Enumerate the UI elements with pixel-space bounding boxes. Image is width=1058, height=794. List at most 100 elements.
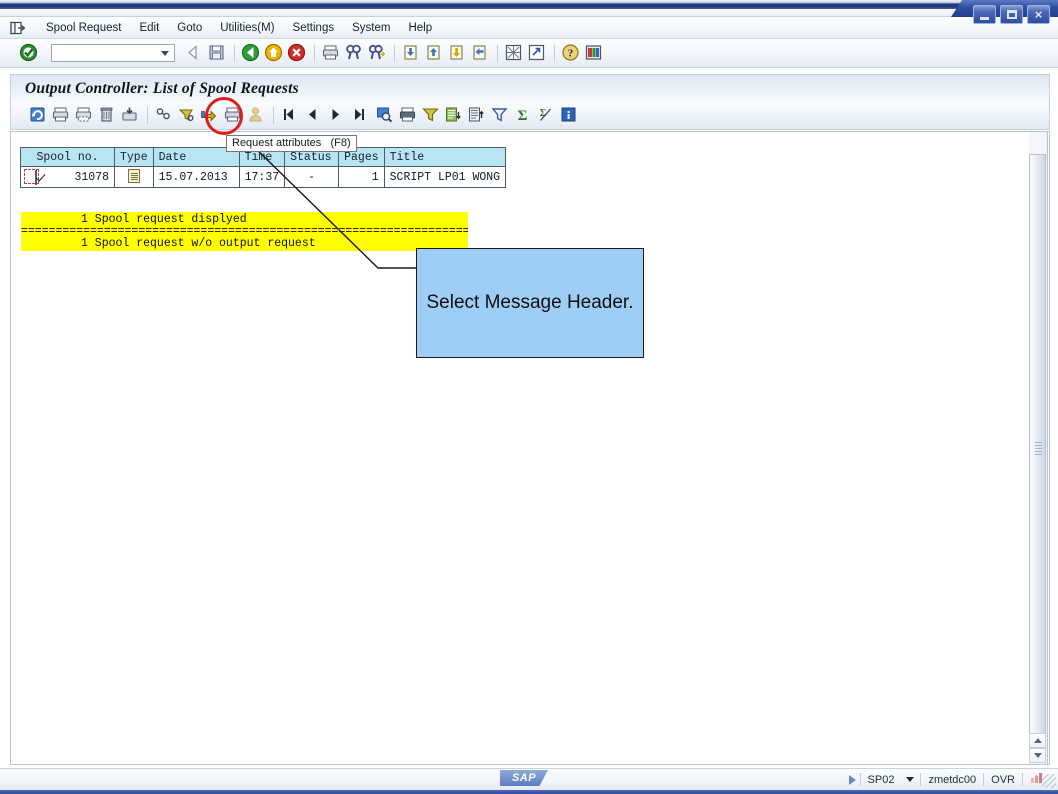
tooltip-request-attributes: Request attributes (F8) xyxy=(226,135,357,152)
print-with-changed-params-icon[interactable] xyxy=(74,105,95,126)
toolbar-separator xyxy=(394,44,395,62)
column-header-spool-no[interactable]: Spool no. xyxy=(20,147,115,167)
status-insert-mode[interactable]: OVR xyxy=(984,774,1022,786)
status-chevron-down-icon[interactable] xyxy=(906,777,915,782)
triangle-down-icon xyxy=(1033,753,1042,758)
scrollbar-thumb[interactable] xyxy=(1029,154,1046,744)
previous-page-icon[interactable] xyxy=(424,43,445,64)
status-client: zmetdc00 xyxy=(928,773,977,786)
previous-entry-icon[interactable] xyxy=(303,105,324,126)
create-shortcut-icon[interactable] xyxy=(527,43,548,64)
command-input[interactable] xyxy=(52,45,161,61)
customize-local-layout-icon[interactable] xyxy=(584,43,605,64)
back-icon[interactable] xyxy=(184,43,205,64)
sort-ascending-icon[interactable] xyxy=(444,105,465,126)
display-contents-icon[interactable] xyxy=(154,105,175,126)
export-icon[interactable] xyxy=(120,105,141,126)
menu-item-utilities[interactable]: Utilities(M) xyxy=(211,20,283,36)
print-list-icon[interactable] xyxy=(398,105,419,126)
last-page-icon[interactable] xyxy=(470,43,491,64)
find-in-list-icon[interactable] xyxy=(375,105,396,126)
next-page-icon[interactable] xyxy=(447,43,468,64)
spool-request-table: Spool no. Type Date Time Status Pages Ti… xyxy=(20,147,507,188)
close-icon: × xyxy=(1034,7,1043,22)
menu-item-system[interactable]: System xyxy=(343,20,399,36)
cancel-red-icon[interactable] xyxy=(287,43,308,64)
close-button[interactable]: × xyxy=(1027,5,1050,24)
filter-icon[interactable] xyxy=(421,105,442,126)
message-line-1: 1 Spool request displyed xyxy=(21,212,468,227)
menu-item-edit[interactable]: Edit xyxy=(130,20,168,36)
cell-date: 15.07.2013 xyxy=(152,166,240,188)
last-entry-icon[interactable] xyxy=(349,105,370,126)
green-check-enter-icon[interactable] xyxy=(19,43,40,64)
window-controls: × xyxy=(973,5,1050,24)
print-icon[interactable] xyxy=(321,43,342,64)
cell-pages: 1 xyxy=(338,166,385,188)
message-separator: ========================================… xyxy=(21,227,468,236)
cell-time: 17:37 xyxy=(238,166,286,188)
message-line-2: 1 Spool request w/o output request xyxy=(21,236,468,251)
work-area: Spool no. Type Date Time Status Pages Ti… xyxy=(10,131,1050,765)
minimize-button[interactable] xyxy=(973,5,996,24)
exit-yellow-icon[interactable] xyxy=(264,43,285,64)
help-icon[interactable]: ? xyxy=(561,43,582,64)
find-icon[interactable] xyxy=(344,43,365,64)
column-header-title[interactable]: Title xyxy=(383,147,507,167)
status-system[interactable]: SP02 xyxy=(861,774,902,786)
page-title: Output Controller: List of Spool Request… xyxy=(25,79,299,97)
toolbar-separator xyxy=(147,107,148,124)
checkbox-checked-icon xyxy=(35,170,37,185)
chevron-down-icon[interactable] xyxy=(161,50,169,56)
cell-status: - xyxy=(284,166,340,188)
sort-descending-icon[interactable] xyxy=(467,105,488,126)
menu-item-settings[interactable]: Settings xyxy=(284,20,344,36)
set-filter-icon[interactable] xyxy=(490,105,511,126)
display-output-requests-icon[interactable] xyxy=(177,105,198,126)
sap-gui-window: × Spool Request Edit Goto Utilities(M) S… xyxy=(0,0,1058,794)
first-entry-icon[interactable] xyxy=(280,105,301,126)
print-output-icon[interactable] xyxy=(51,105,72,126)
toolbar-separator xyxy=(497,44,498,62)
table-row[interactable]: 31078 15.07.2013 17:37 - 1 SCRIPT LP01 W… xyxy=(20,166,507,188)
maximize-icon xyxy=(1006,10,1017,19)
menu-item-goto[interactable]: Goto xyxy=(168,20,211,36)
row-select-cell[interactable]: 31078 xyxy=(20,166,115,188)
triangle-up-icon xyxy=(1033,738,1042,743)
total-icon[interactable]: Σ xyxy=(513,105,534,126)
subtotal-icon[interactable]: Σ xyxy=(536,105,557,126)
next-entry-icon[interactable] xyxy=(326,105,347,126)
sap-system-menu-icon[interactable] xyxy=(10,21,27,35)
back-green-icon[interactable] xyxy=(241,43,262,64)
menu-item-help[interactable]: Help xyxy=(399,20,441,36)
application-title-bar: Output Controller: List of Spool Request… xyxy=(10,74,1050,102)
scrollbar-up-button[interactable] xyxy=(1029,733,1046,748)
row-checkbox[interactable] xyxy=(24,169,39,185)
vertical-scrollbar[interactable] xyxy=(1029,131,1048,765)
delete-icon[interactable] xyxy=(97,105,118,126)
maximize-button[interactable] xyxy=(1000,5,1023,24)
refresh-icon[interactable] xyxy=(28,105,49,126)
scrollbar-track[interactable] xyxy=(1029,132,1046,744)
command-field[interactable] xyxy=(51,44,175,62)
cell-title: SCRIPT LP01 WONG xyxy=(383,166,507,188)
authorization-icon xyxy=(246,105,267,126)
status-play-icon[interactable] xyxy=(848,774,856,785)
first-page-icon[interactable] xyxy=(401,43,422,64)
menu-bar: Spool Request Edit Goto Utilities(M) Set… xyxy=(0,17,1058,39)
menu-item-spool-request[interactable]: Spool Request xyxy=(37,20,130,36)
status-bar-right: SP02 zmetdc00 OVR xyxy=(848,772,1050,787)
column-header-type[interactable]: Type xyxy=(114,147,154,167)
minimize-icon xyxy=(980,16,989,20)
document-type-icon xyxy=(127,169,140,183)
save-icon[interactable] xyxy=(207,43,228,64)
details-info-icon[interactable] xyxy=(559,105,580,126)
scrollbar-grip-icon xyxy=(1035,442,1042,456)
svg-text:?: ? xyxy=(568,47,574,59)
system-toolbar: ? xyxy=(0,39,1058,68)
message-block: 1 Spool request displyed ===============… xyxy=(21,212,468,251)
find-next-icon[interactable] xyxy=(367,43,388,64)
window-resize-grip[interactable] xyxy=(1042,774,1056,788)
create-session-icon[interactable] xyxy=(504,43,525,64)
scrollbar-down-button[interactable] xyxy=(1029,748,1046,763)
